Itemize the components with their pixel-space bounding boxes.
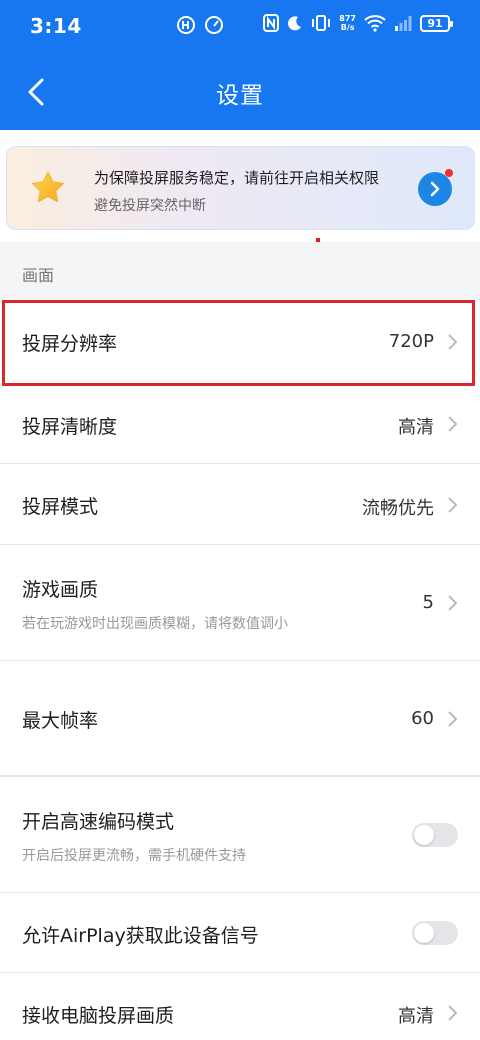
nfc-icon — [263, 14, 280, 32]
section-header — [0, 242, 480, 300]
chevron-right-icon — [448, 595, 458, 611]
chevron-right-icon — [448, 711, 458, 727]
setting-row-resolution[interactable]: 投屏分辨率 720P — [0, 300, 480, 384]
setting-value: 720P — [388, 331, 434, 352]
chevron-right-icon — [448, 334, 458, 350]
notice-go-button[interactable] — [418, 172, 452, 206]
airplay-signal-toggle[interactable] — [412, 921, 458, 945]
star-icon — [31, 171, 65, 203]
setting-row-mode[interactable]: 投屏模式 流畅优先 — [0, 464, 480, 545]
network-speed-value: 877 — [339, 14, 356, 23]
section-label: 画面 — [22, 266, 55, 285]
status-time: 3:14 — [30, 14, 82, 38]
permission-notice-banner[interactable]: 为保障投屏服务稳定，请前往开启相关权限 避免投屏突然中断 — [6, 146, 475, 230]
wifi-icon — [364, 14, 386, 32]
notice-subtitle: 避免投屏突然中断 — [94, 198, 206, 214]
setting-row-max-fps[interactable]: 最大帧率 60 — [0, 661, 480, 777]
setting-label: 游戏画质 — [22, 579, 99, 601]
toggle-knob — [414, 923, 434, 943]
signal-icon — [394, 15, 412, 31]
setting-label: 最大帧率 — [22, 710, 99, 732]
setting-value: 高清 — [398, 417, 434, 438]
setting-label: 投屏分辨率 — [22, 333, 118, 355]
setting-value: 60 — [411, 708, 434, 729]
setting-value: 高清 — [398, 1006, 434, 1027]
arrow-right-circle-icon — [430, 181, 440, 197]
status-left-icons — [176, 15, 224, 35]
setting-label: 允许AirPlay获取此设备信号 — [22, 925, 259, 947]
notice-title: 为保障投屏服务稳定，请前往开启相关权限 — [94, 169, 380, 187]
notice-badge-dot — [445, 169, 453, 177]
high-speed-encoding-toggle[interactable] — [412, 823, 458, 847]
setting-row-high-speed-encoding: 开启高速编码模式 开启后投屏更流畅，需手机硬件支持 — [0, 777, 480, 893]
network-speed: 877 B/s — [339, 14, 356, 32]
speedometer-icon — [204, 15, 224, 35]
vibrate-icon — [311, 14, 331, 32]
notification-icon — [176, 15, 196, 35]
setting-row-clarity[interactable]: 投屏清晰度 高清 — [0, 384, 480, 464]
chevron-right-icon — [448, 1005, 458, 1021]
battery-indicator: 91 — [420, 14, 453, 32]
page-title: 设置 — [216, 83, 264, 109]
nav-bar: 设置 — [0, 54, 480, 130]
setting-value: 5 — [422, 592, 434, 613]
status-bar: 3:14 877 B/s 91 — [0, 0, 480, 54]
setting-row-airplay: 允许AirPlay获取此设备信号 — [0, 893, 480, 973]
setting-row-pc-quality[interactable]: 接收电脑投屏画质 高清 — [0, 973, 480, 1040]
moon-icon — [287, 15, 303, 31]
toggle-knob — [414, 825, 434, 845]
setting-subtitle: 若在玩游戏时出现画质模糊，请将数值调小 — [22, 616, 288, 632]
network-speed-unit: B/s — [340, 23, 355, 32]
chevron-right-icon — [448, 416, 458, 432]
setting-subtitle: 开启后投屏更流畅，需手机硬件支持 — [22, 848, 246, 864]
setting-row-game-quality[interactable]: 游戏画质 若在玩游戏时出现画质模糊，请将数值调小 5 — [0, 545, 480, 661]
setting-value: 流畅优先 — [362, 498, 434, 519]
setting-label: 投屏模式 — [22, 496, 99, 518]
chevron-right-icon — [448, 497, 458, 513]
setting-label: 开启高速编码模式 — [22, 811, 175, 833]
setting-label: 投屏清晰度 — [22, 416, 118, 438]
setting-label: 接收电脑投屏画质 — [22, 1005, 175, 1027]
status-right-icons: 877 B/s 91 — [263, 14, 453, 32]
